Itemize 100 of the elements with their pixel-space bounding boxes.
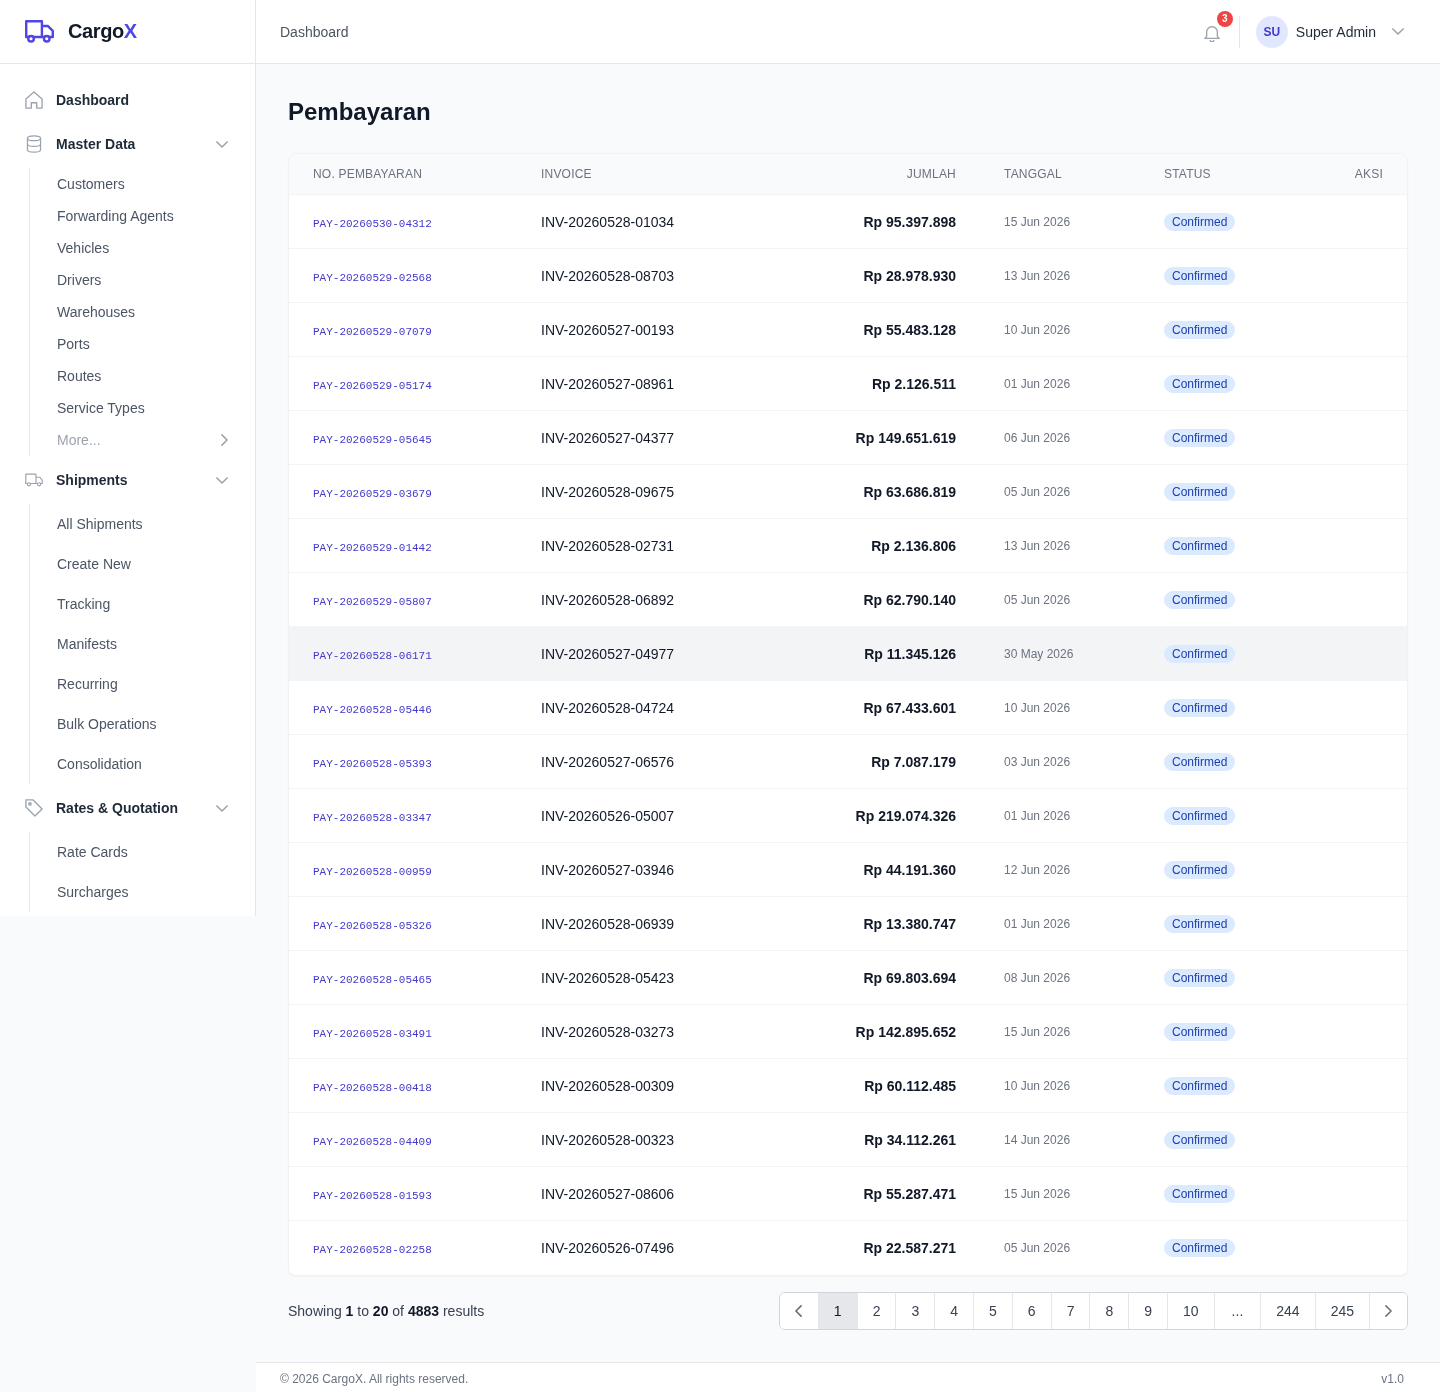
invoice-cell: INV-20260527-06576 (517, 734, 749, 789)
nav-sublink[interactable]: All Shipments (57, 504, 239, 544)
table-row[interactable]: PAY-20260528-05326 INV-20260528-06939 Rp 13.380.747 01 Jun 2026 Confirmed (289, 896, 1407, 951)
invoice-cell: INV-20260528-06892 (517, 572, 749, 627)
notification-button[interactable]: 3 (1200, 10, 1233, 43)
invoice-cell: INV-20260526-05007 (517, 788, 749, 843)
table-row[interactable]: PAY-20260529-07079 INV-20260527-00193 Rp 55.483.128 10 Jun 2026 Confirmed (289, 302, 1407, 357)
nav-sublink[interactable]: Consolidation (57, 744, 239, 784)
nav-sublink[interactable]: Tracking (57, 584, 239, 624)
payment-number-link[interactable]: PAY-20260528-03347 (313, 811, 432, 824)
nav-sublink[interactable]: Create New (57, 544, 239, 584)
table-row[interactable]: PAY-20260528-00959 INV-20260527-03946 Rp 44.191.360 12 Jun 2026 Confirmed (289, 842, 1407, 897)
nav-sublink[interactable]: Forwarding Agents (57, 200, 239, 232)
payment-number-link[interactable]: PAY-20260528-01593 (313, 1189, 432, 1202)
table-row[interactable]: PAY-20260528-06171 INV-20260527-04977 Rp 11.345.126 30 May 2026 Confirmed (289, 626, 1407, 681)
breadcrumb: Dashboard (280, 23, 349, 40)
amount-cell: Rp 142.895.652 (749, 1004, 980, 1059)
nav-sublink[interactable]: Service Types (57, 392, 239, 424)
status-badge: Confirmed (1164, 537, 1236, 555)
table-row[interactable]: PAY-20260529-05807 INV-20260528-06892 Rp 62.790.140 05 Jun 2026 Confirmed (289, 572, 1407, 627)
date-cell: 10 Jun 2026 (980, 302, 1140, 357)
amount-cell: Rp 28.978.930 (749, 248, 980, 303)
status-badge: Confirmed (1164, 1131, 1236, 1149)
amount-cell: Rp 149.651.619 (749, 410, 980, 465)
table-row[interactable]: PAY-20260530-04312 INV-20260528-01034 Rp 95.397.898 15 Jun 2026 Confirmed (289, 194, 1407, 249)
user-menu-button[interactable]: SU Super Admin (1255, 15, 1404, 48)
results-summary: Showing 1 to 20 of 4883 results (288, 1302, 485, 1319)
nav-group-button[interactable]: Master Data (16, 124, 239, 164)
page-title: Pembayaran (288, 97, 432, 127)
payment-number-link[interactable]: PAY-20260528-05465 (313, 973, 432, 986)
table-row[interactable]: PAY-20260528-00418 INV-20260528-00309 Rp 60.112.485 10 Jun 2026 Confirmed (289, 1058, 1407, 1113)
copyright-text: © 2026 CargoX. All rights reserved. (280, 1372, 469, 1386)
payment-number-link[interactable]: PAY-20260528-00418 (313, 1081, 432, 1094)
nav-sublink[interactable]: Ports (57, 328, 239, 360)
nav-sublink[interactable]: Bulk Operations (57, 704, 239, 744)
table-row[interactable]: PAY-20260529-05645 INV-20260527-04377 Rp 149.651.619 06 Jun 2026 Confirmed (289, 410, 1407, 465)
payment-number-link[interactable]: PAY-20260529-07079 (313, 325, 432, 338)
status-badge: Confirmed (1164, 1077, 1236, 1095)
nav-sublink[interactable]: Routes (57, 360, 239, 392)
amount-cell: Rp 63.686.819 (749, 464, 980, 519)
nav-sublink[interactable]: Rate Cards (57, 832, 239, 872)
status-badge: Confirmed (1164, 915, 1236, 933)
amount-cell: Rp 13.380.747 (749, 896, 980, 951)
amount-cell: Rp 67.433.601 (749, 680, 980, 735)
date-cell: 05 Jun 2026 (980, 1220, 1140, 1275)
nav-group-button[interactable]: Shipments (16, 460, 239, 500)
payment-number-link[interactable]: PAY-20260528-02258 (313, 1243, 432, 1256)
amount-cell: Rp 22.587.271 (749, 1220, 980, 1275)
payment-number-link[interactable]: PAY-20260528-05446 (313, 703, 432, 716)
status-badge: Confirmed (1164, 1239, 1236, 1258)
table-row[interactable]: PAY-20260528-05446 INV-20260528-04724 Rp 67.433.601 10 Jun 2026 Confirmed (289, 680, 1407, 735)
table-row[interactable]: PAY-20260528-05393 INV-20260527-06576 Rp 7.087.179 03 Jun 2026 Confirmed (289, 734, 1407, 789)
nav-sublink[interactable]: Surcharges (57, 872, 239, 912)
date-cell: 06 Jun 2026 (980, 410, 1140, 465)
status-badge: Confirmed (1164, 753, 1236, 771)
amount-cell: Rp 55.483.128 (749, 302, 980, 357)
table-row[interactable]: PAY-20260528-05465 INV-20260528-05423 Rp 69.803.694 08 Jun 2026 Confirmed (289, 950, 1407, 1005)
status-badge: Confirmed (1164, 591, 1236, 609)
nav-sublink[interactable]: Recurring (57, 664, 239, 704)
nav-sublink[interactable]: Vehicles (57, 232, 239, 264)
table-row[interactable]: PAY-20260529-01442 INV-20260528-02731 Rp 2.136.806 13 Jun 2026 Confirmed (289, 518, 1407, 573)
payment-number-link[interactable]: PAY-20260530-04312 (313, 217, 432, 230)
payment-number-link[interactable]: PAY-20260528-00959 (313, 865, 432, 878)
payment-number-link[interactable]: PAY-20260529-01442 (313, 541, 432, 554)
status-badge: Confirmed (1164, 969, 1236, 987)
table-row[interactable]: PAY-20260528-03491 INV-20260528-03273 Rp 142.895.652 15 Jun 2026 Confirmed (289, 1004, 1407, 1059)
nav-sublink[interactable]: Customers (57, 168, 239, 200)
invoice-cell: INV-20260527-08606 (517, 1166, 749, 1221)
table-row[interactable]: PAY-20260529-05174 INV-20260527-08961 Rp 2.126.511 01 Jun 2026 Confirmed (289, 356, 1407, 411)
column-header: JUMLAH (749, 154, 980, 195)
table-row[interactable]: PAY-20260529-02568 INV-20260528-08703 Rp 28.978.930 13 Jun 2026 Confirmed (289, 248, 1407, 303)
nav-sublink[interactable]: Warehouses (57, 296, 239, 328)
date-cell: 30 May 2026 (980, 626, 1140, 681)
payment-number-link[interactable]: PAY-20260528-03491 (313, 1027, 432, 1040)
nav-sublink[interactable]: Drivers (57, 264, 239, 296)
payment-number-link[interactable]: PAY-20260528-04409 (313, 1135, 432, 1148)
payment-number-link[interactable]: PAY-20260528-06171 (313, 649, 432, 662)
nav-group-button[interactable]: Rates & Quotation (16, 788, 239, 828)
nav-sublink[interactable]: Manifests (57, 624, 239, 664)
table-row[interactable]: PAY-20260528-02258 INV-20260526-07496 Rp 22.587.271 05 Jun 2026 Confirmed (289, 1220, 1407, 1275)
table-row[interactable]: PAY-20260529-03679 INV-20260528-09675 Rp 63.686.819 05 Jun 2026 Confirmed (289, 464, 1407, 519)
brand-logo-text: CargoX (68, 20, 137, 43)
amount-cell: Rp 55.287.471 (749, 1166, 980, 1221)
status-badge: Confirmed (1164, 645, 1236, 663)
payment-number-link[interactable]: PAY-20260529-03679 (313, 487, 432, 500)
payment-number-link[interactable]: PAY-20260528-05393 (313, 757, 432, 770)
nav-link[interactable]: Dashboard (16, 80, 239, 120)
amount-cell: Rp 219.074.326 (749, 788, 980, 843)
invoice-cell: INV-20260527-04977 (517, 626, 749, 681)
page-button[interactable]: 1 (817, 1292, 857, 1329)
table-row[interactable]: PAY-20260528-03347 INV-20260526-05007 Rp 219.074.326 01 Jun 2026 Confirmed (289, 788, 1407, 843)
table-row[interactable]: PAY-20260528-01593 INV-20260527-08606 Rp 55.287.471 15 Jun 2026 Confirmed (289, 1166, 1407, 1221)
table-row[interactable]: PAY-20260528-04409 INV-20260528-00323 Rp 34.112.261 14 Jun 2026 Confirmed (289, 1112, 1407, 1167)
next-page-button[interactable] (1369, 1292, 1407, 1329)
payment-number-link[interactable]: PAY-20260529-05645 (313, 433, 432, 446)
payment-number-link[interactable]: PAY-20260529-02568 (313, 271, 432, 284)
payment-number-link[interactable]: PAY-20260529-05807 (313, 595, 432, 608)
payment-number-link[interactable]: PAY-20260529-05174 (313, 379, 432, 392)
payment-number-link[interactable]: PAY-20260528-05326 (313, 919, 432, 932)
chevron-left-icon (795, 1304, 803, 1317)
